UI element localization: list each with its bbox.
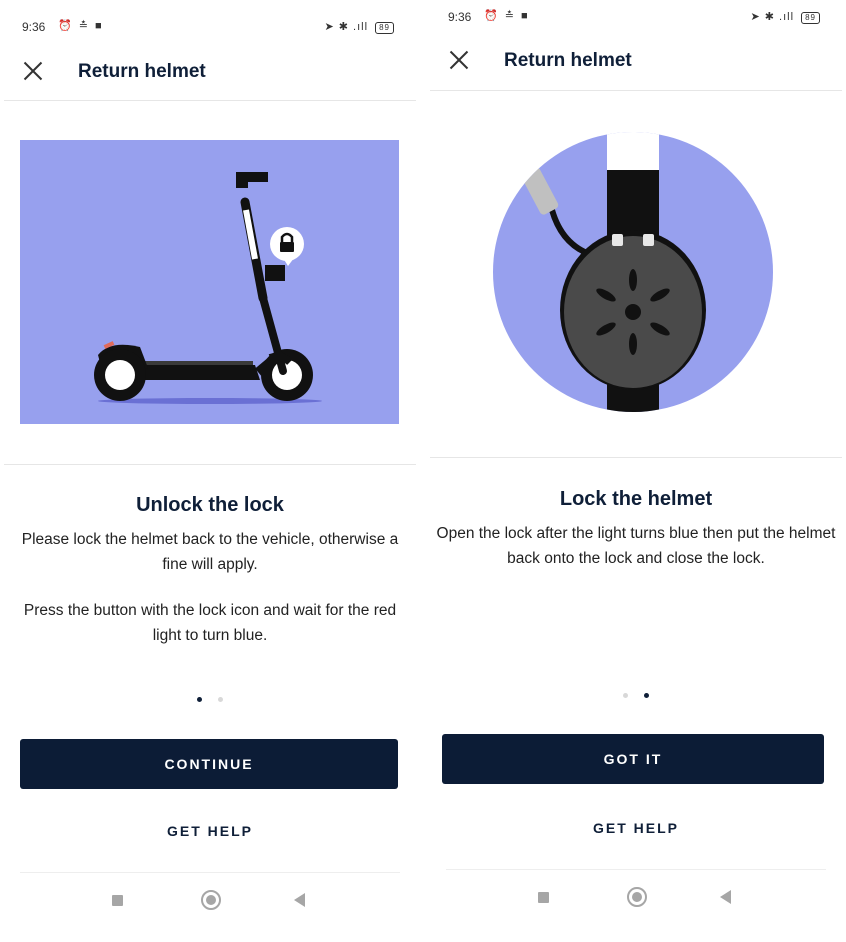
status-bar: 9:36 ⏰ ≛ ■ ➤ ✱ .ıll 89	[0, 20, 420, 40]
status-bar: 9:36 ⏰ ≛ ■ ➤ ✱ .ıll 89	[426, 10, 846, 30]
bluetooth-icon: ✱	[764, 11, 775, 23]
video-icon: ■	[95, 20, 104, 32]
content-divider	[430, 457, 842, 458]
page-indicator	[0, 689, 420, 707]
page-title: Return helmet	[504, 50, 632, 71]
header-divider	[4, 100, 416, 101]
step-instruction: Press the button with the lock icon and …	[23, 602, 397, 644]
triangle-back-icon[interactable]	[720, 890, 731, 904]
alarm-icon: ⏰	[484, 10, 500, 22]
close-icon[interactable]	[22, 60, 44, 82]
close-icon[interactable]	[448, 49, 470, 71]
status-time: 9:36	[22, 20, 46, 34]
header: Return helmet	[426, 41, 846, 81]
download-icon: ≛	[78, 20, 90, 32]
location-arrow-icon: ➤	[324, 21, 335, 33]
circle-icon[interactable]	[627, 887, 647, 907]
page-dot-1	[623, 693, 628, 698]
battery-icon: 89	[375, 22, 394, 34]
status-time: 9:36	[448, 10, 472, 24]
triangle-back-icon[interactable]	[294, 893, 305, 907]
got-it-button[interactable]: GOT IT	[442, 734, 824, 784]
header: Return helmet	[0, 52, 420, 92]
screen-unlock-the-lock: 9:36 ⏰ ≛ ■ ➤ ✱ .ıll 89 Return helmet Unl…	[0, 0, 420, 942]
battery-icon: 89	[801, 12, 820, 24]
system-nav-bar	[20, 872, 400, 929]
square-icon[interactable]	[112, 895, 123, 906]
system-nav-bar	[446, 869, 826, 926]
signal-icon: .ıll	[353, 21, 369, 33]
video-icon: ■	[521, 10, 530, 22]
square-icon[interactable]	[538, 892, 549, 903]
location-arrow-icon: ➤	[750, 11, 761, 23]
circle-icon[interactable]	[201, 890, 221, 910]
step-heading: Lock the helmet	[559, 488, 713, 510]
step-description: Please lock the helmet back to the vehic…	[21, 531, 399, 573]
screen-lock-the-helmet: 9:36 ⏰ ≛ ■ ➤ ✱ .ıll 89 Return helmet Loc…	[426, 0, 846, 942]
page-dot-2	[644, 693, 649, 698]
alarm-icon: ⏰	[58, 20, 74, 32]
bluetooth-icon: ✱	[338, 21, 349, 33]
continue-button[interactable]: CONTINUE	[20, 739, 398, 789]
download-icon: ≛	[504, 10, 516, 22]
page-dot-2	[218, 697, 223, 702]
step-description: Open the lock after the light turns blue…	[436, 525, 836, 567]
get-help-link[interactable]: GET HELP	[0, 823, 420, 839]
page-indicator	[426, 685, 846, 703]
page-dot-1	[197, 697, 202, 702]
signal-icon: .ıll	[779, 11, 795, 23]
header-divider	[430, 90, 842, 91]
page-title: Return helmet	[78, 61, 206, 82]
content-divider	[4, 464, 416, 465]
scooter-illustration	[20, 140, 399, 424]
helmet-lock-illustration	[493, 132, 773, 412]
step-heading: Unlock the lock	[136, 494, 284, 516]
get-help-link[interactable]: GET HELP	[426, 820, 846, 836]
